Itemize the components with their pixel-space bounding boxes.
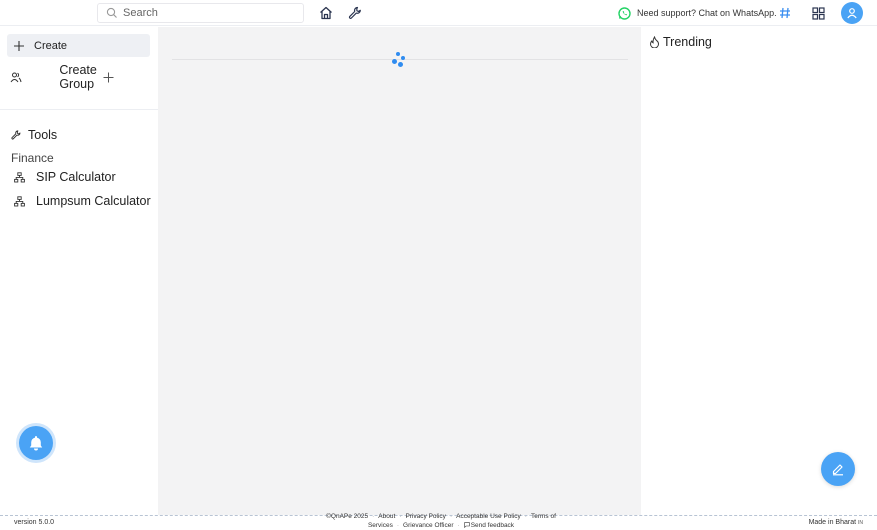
hashtag-icon[interactable] [778,6,792,20]
feedback-icon [463,522,470,529]
main-feed [158,27,641,515]
pencil-icon [831,462,845,476]
home-icon[interactable] [318,5,334,21]
plus-icon [13,40,25,52]
tools-label: Tools [28,128,58,142]
trending-label: Trending [663,35,712,49]
bell-icon [27,434,45,452]
footer: version 5.0.0 ©QnAPe 2025 · About · Privacy … [0,513,877,529]
group-icon [10,71,53,83]
tools-heading: Tools [10,128,57,142]
grid-icon[interactable] [812,7,825,20]
fire-icon [649,36,660,48]
create-group-label: Create Group [59,63,97,91]
tool-item-label: Lumpsum Calculator [36,194,151,208]
create-button[interactable]: Create [7,34,150,57]
add-group-icon[interactable] [103,72,146,83]
create-group-item[interactable]: Create Group [10,63,146,91]
search-icon [105,6,119,20]
made-in-bharat: Made in Bharat IN [808,519,863,526]
sitemap-icon [14,171,25,183]
wrench-icon [10,129,22,141]
acceptable-use-link[interactable]: Acceptable Use Policy [456,513,521,520]
top-bar: Need support? Chat on WhatsApp. [0,0,877,26]
trending-heading: Trending [649,35,712,49]
user-icon [846,7,858,19]
wrench-icon[interactable] [347,5,363,21]
whatsapp-support-link[interactable]: Need support? Chat on WhatsApp. [618,6,777,20]
version-label: version 5.0.0 [14,519,55,526]
compose-button[interactable] [821,452,855,486]
country-code: IN [858,520,863,526]
copyright: ©QnAPe 2025 [326,513,369,520]
support-text: Need support? Chat on WhatsApp. [637,8,777,18]
footer-links: ©QnAPe 2025 · About · Privacy Policy · Accepta… [326,513,556,529]
search-box[interactable] [97,3,304,23]
notifications-button[interactable] [19,426,53,460]
tool-item-sip-calculator[interactable]: SIP Calculator [14,170,116,184]
create-label: Create [34,39,68,52]
avatar[interactable] [841,2,863,24]
about-link[interactable]: About [378,513,395,520]
whatsapp-icon [618,6,631,20]
right-panel: Trending [641,27,877,515]
tool-item-lumpsum-calculator[interactable]: Lumpsum Calculator [14,194,151,208]
privacy-policy-link[interactable]: Privacy Policy [405,513,445,520]
loading-spinner [391,52,407,68]
sidebar-divider [0,109,158,110]
search-input[interactable] [123,7,293,19]
sitemap-icon [14,195,25,207]
tool-item-label: SIP Calculator [36,170,116,184]
finance-category: Finance [11,151,54,165]
